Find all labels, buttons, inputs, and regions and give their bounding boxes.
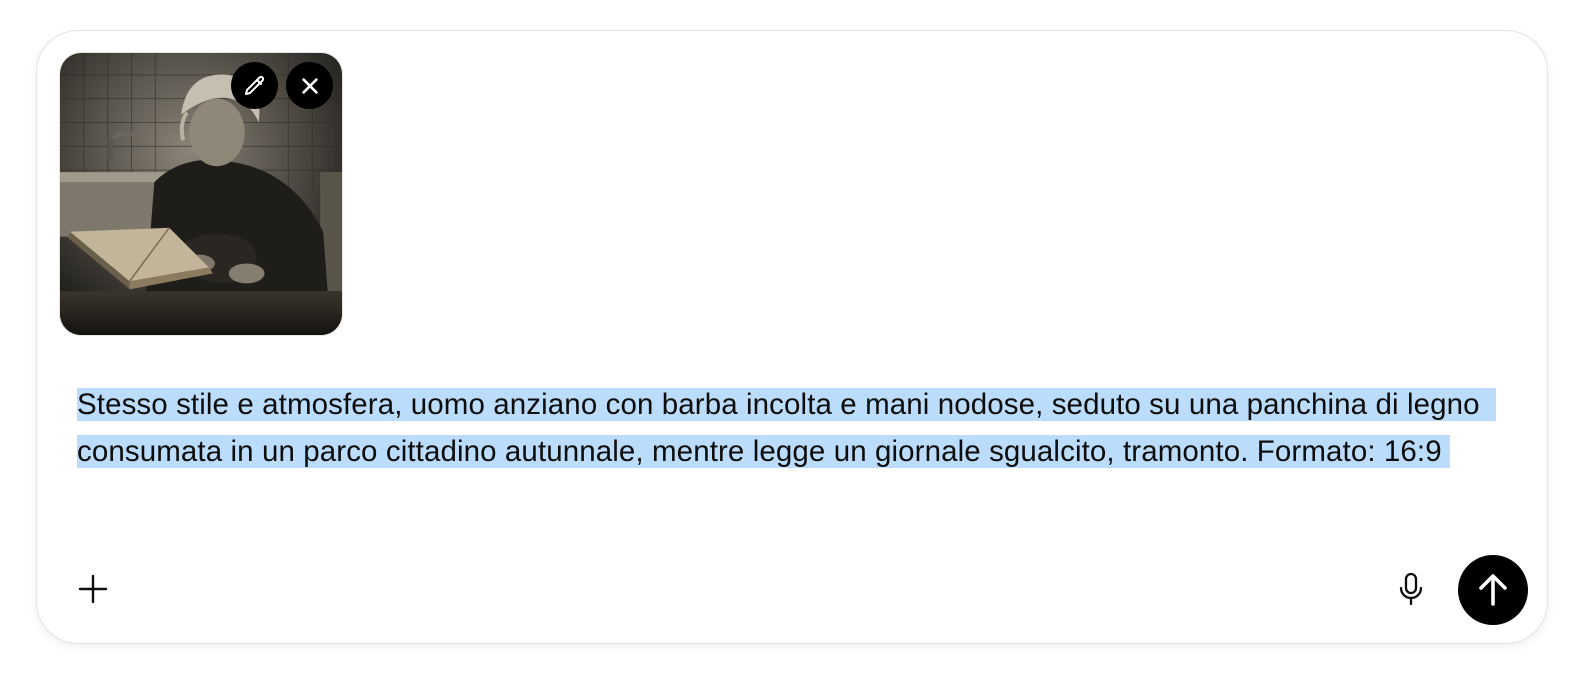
plus-icon — [78, 574, 108, 604]
prompt-text: Stesso stile e atmosfera, uomo anziano c… — [77, 388, 1496, 468]
image-attachment[interactable] — [59, 52, 343, 336]
send-button[interactable] — [1458, 555, 1528, 625]
pencil-icon — [244, 75, 264, 95]
prompt-textarea[interactable]: Stesso stile e atmosfera, uomo anziano c… — [77, 381, 1517, 475]
voice-input-button[interactable] — [1391, 569, 1431, 609]
add-attachment-button[interactable] — [73, 569, 113, 609]
microphone-icon — [1399, 572, 1423, 606]
close-icon — [301, 77, 318, 94]
remove-image-button[interactable] — [286, 62, 333, 109]
arrow-up-icon — [1479, 574, 1507, 606]
edit-image-button[interactable] — [231, 62, 278, 109]
chat-composer: Stesso stile e atmosfera, uomo anziano c… — [36, 30, 1548, 644]
